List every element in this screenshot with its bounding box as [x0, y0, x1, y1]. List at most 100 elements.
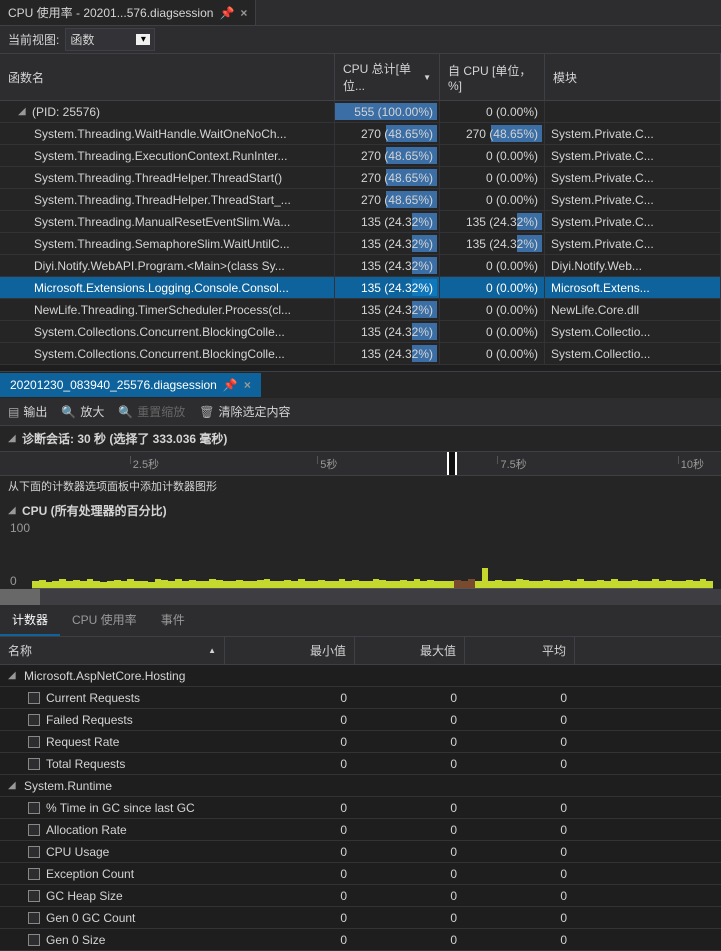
- close-icon[interactable]: ×: [240, 6, 247, 20]
- table-row[interactable]: System.Threading.SemaphoreSlim.WaitUntil…: [0, 233, 721, 255]
- col-module[interactable]: 模块: [545, 54, 721, 100]
- reset-zoom-button[interactable]: 🔍重置缩放: [118, 403, 185, 420]
- col-avg[interactable]: 平均: [465, 637, 575, 664]
- counter-row[interactable]: Failed Requests000: [0, 709, 721, 731]
- zoom-in-button[interactable]: 🔍放大: [61, 403, 104, 420]
- expand-icon[interactable]: ◢: [8, 505, 18, 516]
- counter-row[interactable]: Gen 0 GC Count000: [0, 907, 721, 929]
- expand-icon[interactable]: ◢: [18, 106, 28, 117]
- expand-icon[interactable]: ◢: [8, 433, 18, 444]
- col-min[interactable]: 最小值: [225, 637, 355, 664]
- close-icon[interactable]: ×: [244, 378, 251, 392]
- counter-row[interactable]: CPU Usage000: [0, 841, 721, 863]
- counter-name-cell: Allocation Rate: [0, 820, 225, 840]
- col-cpu-total[interactable]: CPU 总计[单位...▼: [335, 54, 440, 100]
- counter-group-row[interactable]: ◢System.Runtime: [0, 775, 721, 797]
- col-function-name[interactable]: 函数名: [0, 54, 335, 100]
- counter-checkbox[interactable]: [28, 890, 40, 902]
- tab-cpu-usage[interactable]: CPU 使用率: [60, 605, 149, 636]
- counter-checkbox[interactable]: [28, 692, 40, 704]
- tab-cpu-usage[interactable]: CPU 使用率 - 20201...576.diagsession 📌 ×: [0, 0, 256, 25]
- counter-checkbox[interactable]: [28, 714, 40, 726]
- table-row[interactable]: Microsoft.Extensions.Logging.Console.Con…: [0, 277, 721, 299]
- table-row[interactable]: System.Collections.Concurrent.BlockingCo…: [0, 343, 721, 365]
- counter-row[interactable]: Exception Count000: [0, 863, 721, 885]
- cell-cpu-total: 270 (48.65%): [335, 167, 440, 188]
- cpu-bar: [434, 581, 441, 588]
- counter-group-row[interactable]: ◢Microsoft.AspNetCore.Hosting: [0, 665, 721, 687]
- counter-checkbox[interactable]: [28, 736, 40, 748]
- counter-checkbox[interactable]: [28, 802, 40, 814]
- table-row[interactable]: System.Threading.WaitHandle.WaitOneNoCh.…: [0, 123, 721, 145]
- table-row[interactable]: System.Threading.ManualResetEventSlim.Wa…: [0, 211, 721, 233]
- counter-row[interactable]: Total Requests000: [0, 753, 721, 775]
- expand-icon[interactable]: ◢: [8, 670, 18, 681]
- pin-icon[interactable]: 📌: [223, 378, 238, 392]
- table-row[interactable]: NewLife.Threading.TimerScheduler.Process…: [0, 299, 721, 321]
- cpu-bar: [482, 568, 489, 588]
- counter-max-cell: 0: [355, 820, 465, 840]
- counter-row[interactable]: Allocation Rate000: [0, 819, 721, 841]
- output-button[interactable]: ▤输出: [8, 403, 47, 420]
- cpu-bar: [114, 580, 121, 588]
- horizontal-scrollbar[interactable]: [0, 589, 721, 605]
- cpu-bar: [495, 580, 502, 588]
- counter-avg-cell: 0: [465, 864, 575, 884]
- counter-max-cell: 0: [355, 798, 465, 818]
- cell-function-name: System.Collections.Concurrent.BlockingCo…: [0, 343, 335, 364]
- col-max[interactable]: 最大值: [355, 637, 465, 664]
- counter-avg-cell: 0: [465, 842, 575, 862]
- counter-row[interactable]: GC Heap Size000: [0, 885, 721, 907]
- cpu-bar: [672, 581, 679, 588]
- clear-icon: 🗑: [199, 405, 214, 419]
- counter-max-cell: 0: [355, 864, 465, 884]
- tab-events[interactable]: 事件: [149, 605, 197, 636]
- counter-checkbox[interactable]: [28, 934, 40, 946]
- cpu-bar: [448, 581, 455, 588]
- table-row[interactable]: System.Threading.ExecutionContext.RunInt…: [0, 145, 721, 167]
- tab-counters[interactable]: 计数器: [0, 605, 60, 636]
- table-row[interactable]: System.Threading.ThreadHelper.ThreadStar…: [0, 189, 721, 211]
- timeline-ruler[interactable]: 2.5秒5秒7.5秒10秒: [0, 452, 721, 476]
- counter-row[interactable]: Current Requests000: [0, 687, 721, 709]
- cpu-bar: [706, 581, 713, 588]
- cpu-bar: [659, 581, 666, 588]
- timeline-selection[interactable]: [447, 452, 457, 475]
- cpu-bar: [257, 580, 264, 588]
- cpu-bar: [611, 579, 618, 588]
- counter-max-cell: 0: [355, 908, 465, 928]
- cpu-bar: [155, 579, 162, 588]
- table-row[interactable]: System.Threading.ThreadHelper.ThreadStar…: [0, 167, 721, 189]
- view-dropdown[interactable]: 函数 ▾: [65, 28, 155, 51]
- expand-icon[interactable]: ◢: [8, 780, 18, 791]
- counter-avg-cell: 0: [465, 754, 575, 774]
- cell-self-cpu: 270 (48.65%): [440, 123, 545, 144]
- session-tab[interactable]: 20201230_083940_25576.diagsession 📌 ×: [0, 373, 261, 397]
- col-self-cpu[interactable]: 自 CPU [单位，%]: [440, 54, 545, 100]
- counter-row[interactable]: Request Rate000: [0, 731, 721, 753]
- counter-row[interactable]: % Time in GC since last GC000: [0, 797, 721, 819]
- clear-selection-button[interactable]: 🗑清除选定内容: [199, 403, 290, 420]
- col-counter-name[interactable]: 名称▲: [0, 637, 225, 664]
- cpu-graph[interactable]: 100 0: [32, 521, 713, 589]
- counter-name-cell: Exception Count: [0, 864, 225, 884]
- cpu-bar: [339, 579, 346, 588]
- counter-checkbox[interactable]: [28, 758, 40, 770]
- scroll-thumb[interactable]: [0, 589, 40, 605]
- counter-checkbox[interactable]: [28, 824, 40, 836]
- table-row[interactable]: System.Collections.Concurrent.BlockingCo…: [0, 321, 721, 343]
- counter-checkbox[interactable]: [28, 846, 40, 858]
- table-row[interactable]: Diyi.Notify.WebAPI.Program.<Main>(class …: [0, 255, 721, 277]
- pin-icon[interactable]: 📌: [219, 6, 234, 20]
- counter-min-cell: 0: [225, 754, 355, 774]
- counter-row[interactable]: Gen 0 Size000: [0, 929, 721, 951]
- cell-self-cpu: 0 (0.00%): [440, 277, 545, 298]
- cpu-bar: [66, 581, 73, 588]
- cpu-bar: [618, 581, 625, 588]
- counter-checkbox[interactable]: [28, 912, 40, 924]
- cpu-bar: [223, 581, 230, 588]
- table-row[interactable]: ◢ (PID: 25576)555 (100.00%)0 (0.00%): [0, 101, 721, 123]
- cpu-bar: [148, 582, 155, 588]
- counter-checkbox[interactable]: [28, 868, 40, 880]
- counter-name-cell: Gen 0 GC Count: [0, 908, 225, 928]
